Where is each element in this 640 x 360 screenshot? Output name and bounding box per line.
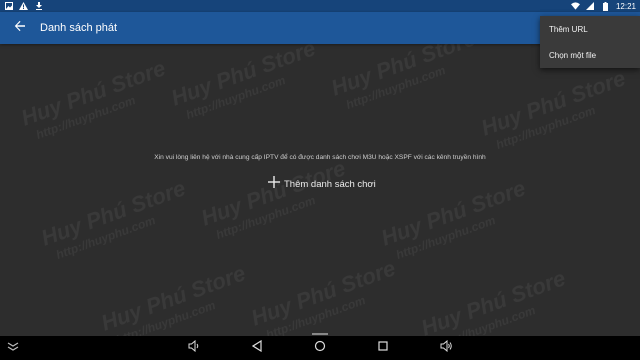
home-button[interactable] <box>313 339 327 357</box>
add-playlist-label: Thêm danh sách chơi <box>284 178 376 190</box>
watermark: Huy Phú Store http://huyphu.com <box>377 175 529 262</box>
help-message: Xin vui lòng liên hệ với nhà cung cấp IP… <box>154 154 486 161</box>
watermark: Huy Phú Store http://huyphu.com <box>477 65 629 152</box>
volume-up-button[interactable] <box>439 339 453 357</box>
watermark: Huy Phú Store http://huyphu.com <box>247 255 399 342</box>
image-icon <box>4 2 13 11</box>
watermark: Huy Phú Store http://huyphu.com <box>167 35 319 122</box>
page-title: Danh sách phát <box>40 22 118 34</box>
volume-down-button[interactable] <box>187 339 201 357</box>
back-button[interactable] <box>6 14 34 42</box>
add-playlist-button[interactable]: Thêm danh sách chơi <box>268 175 376 193</box>
menu-item-add-url[interactable]: Thêm URL <box>540 16 640 42</box>
plus-icon <box>268 175 280 193</box>
collapse-icon <box>7 339 19 357</box>
status-time: 12:21 <box>615 1 636 11</box>
arrow-left-icon <box>14 19 26 37</box>
nav-indicator <box>312 333 328 335</box>
status-bar: 12:21 <box>0 0 640 12</box>
watermark: Huy Phú Store http://huyphu.com <box>37 175 189 262</box>
home-circle-icon <box>314 339 326 357</box>
volume-down-icon <box>188 339 200 357</box>
recents-square-icon <box>377 339 389 357</box>
battery-icon <box>601 1 610 11</box>
collapse-button[interactable] <box>6 342 20 354</box>
download-icon <box>34 2 43 11</box>
watermark: Huy Phú Store http://huyphu.com <box>197 155 349 242</box>
warning-icon <box>19 2 28 11</box>
back-nav-button[interactable] <box>250 339 264 357</box>
wifi-icon <box>570 2 580 11</box>
back-triangle-icon <box>251 339 262 357</box>
navigation-bar <box>0 336 640 360</box>
volume-up-icon <box>440 339 453 357</box>
signal-icon <box>586 2 595 11</box>
recents-button[interactable] <box>376 339 390 357</box>
watermark: Huy Phú Store http://huyphu.com <box>17 55 169 142</box>
overflow-menu: Thêm URL Chọn một file <box>540 16 640 68</box>
menu-item-choose-file[interactable]: Chọn một file <box>540 42 640 68</box>
